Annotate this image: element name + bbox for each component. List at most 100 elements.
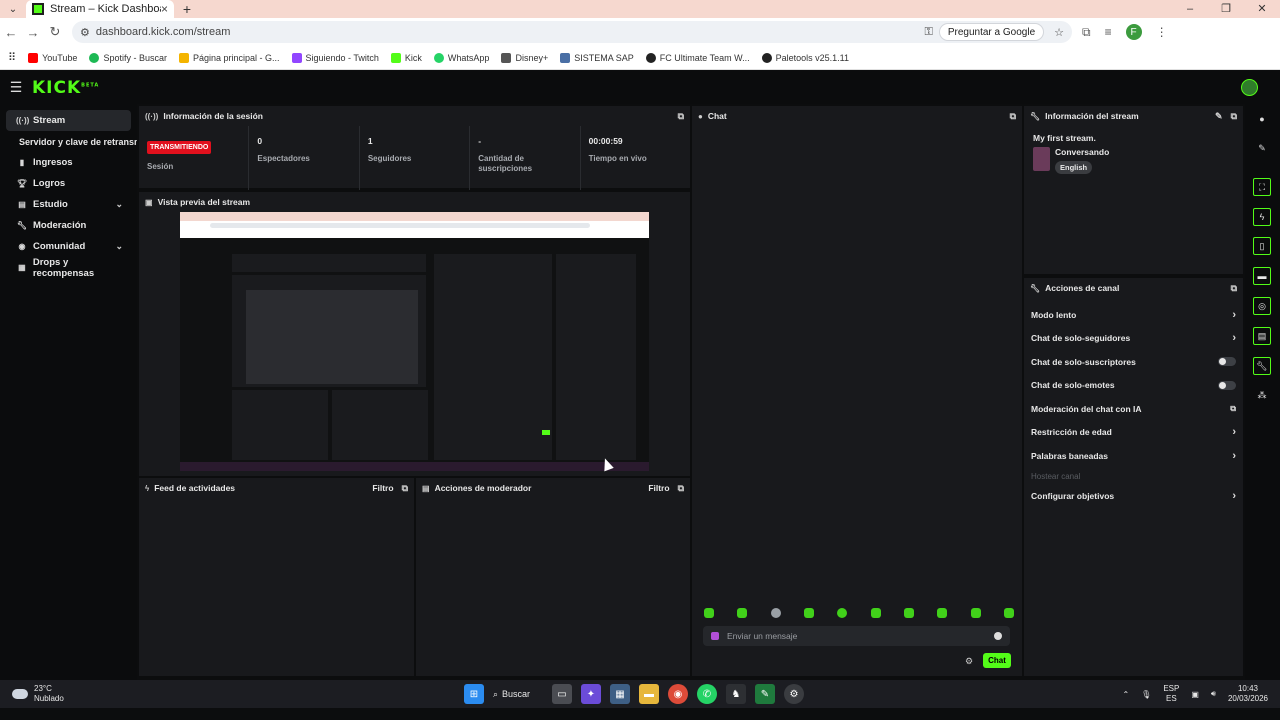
bookmark-kick[interactable]: Kick <box>390 52 422 63</box>
bookmark-spotify[interactable]: Spotify - Buscar <box>89 52 167 63</box>
tab-search-icon[interactable]: ⌄ <box>0 0 26 18</box>
popout-icon[interactable]: ⧉ <box>678 483 684 494</box>
sidebar-item-server-key[interactable]: Servidor y clave de retransmisión <box>0 131 137 152</box>
bookmark-youtube[interactable]: YouTube <box>28 52 77 63</box>
close-tab-icon[interactable]: × <box>161 2 168 16</box>
fullscreen-icon[interactable]: ⛶ <box>1253 178 1271 196</box>
wrench-icon[interactable]: 🔧︎ <box>1253 357 1271 375</box>
emote-button[interactable] <box>903 608 914 618</box>
popout-icon[interactable]: ⧉ <box>1231 283 1237 294</box>
action-configure-goals[interactable]: Configurar objetivos › <box>1024 485 1243 509</box>
apps-grid-icon[interactable]: ⠿ <box>8 51 16 64</box>
action-age-restriction[interactable]: Restricción de edad › <box>1024 421 1243 445</box>
menu-dots-icon[interactable]: ⋮ <box>1156 25 1168 39</box>
browser-tab[interactable]: Stream – Kick Dashboard × <box>26 0 174 18</box>
input-language[interactable]: ESP ES <box>1163 684 1179 704</box>
task-view-icon[interactable]: ▭ <box>552 684 572 704</box>
copilot-icon[interactable]: ✦ <box>581 684 601 704</box>
windows-start-icon[interactable]: ⊞ <box>464 684 484 704</box>
chat-icon[interactable]: ▬ <box>1253 267 1271 285</box>
chrome-icon[interactable]: ◉ <box>668 684 688 704</box>
edit-pencil-icon[interactable]: ✎ <box>1215 111 1223 122</box>
settings-icon[interactable]: ⚙ <box>784 684 804 704</box>
hamburger-menu-icon[interactable]: ☰ <box>0 79 32 96</box>
whatsapp-icon[interactable]: ✆ <box>697 684 717 704</box>
kick-logo[interactable]: KICKBETA <box>32 78 99 98</box>
bookmark-star-icon[interactable]: ☆ <box>1054 26 1064 39</box>
weather-widget[interactable]: 23°C Nublado <box>12 684 64 704</box>
forward-icon[interactable]: → <box>22 25 44 40</box>
bolt-icon[interactable]: ϟ <box>1253 208 1271 226</box>
microphone-icon[interactable]: 🎙︎ <box>1141 690 1151 699</box>
emoji-picker-icon[interactable] <box>994 632 1002 640</box>
bookmark-paletools[interactable]: Paletools v25.1.11 <box>761 52 849 63</box>
popout-icon[interactable]: ⧉ <box>678 111 684 122</box>
popout-icon[interactable]: ⧉ <box>1010 111 1016 122</box>
clipboard-icon[interactable]: ▤ <box>1253 327 1271 345</box>
mic-icon[interactable] <box>711 632 719 640</box>
action-banned-words[interactable]: Palabras baneadas › <box>1024 444 1243 468</box>
user-avatar[interactable] <box>1241 79 1258 96</box>
file-explorer-icon[interactable]: ▬ <box>639 684 659 704</box>
password-key-icon[interactable]: ⚿ <box>924 26 932 39</box>
info-icon[interactable]: ● <box>1253 110 1271 128</box>
bookmark-whatsapp[interactable]: WhatsApp <box>433 52 489 63</box>
popout-icon[interactable]: ⧉ <box>1231 111 1237 122</box>
network-icon[interactable]: ▣ <box>1191 690 1199 699</box>
sidebar-item-community[interactable]: ◉ Comunidad ⌄ <box>6 236 131 257</box>
edit-pencil-icon[interactable]: ✎ <box>1253 139 1271 157</box>
emote-button[interactable] <box>870 608 881 618</box>
modactions-filter-button[interactable]: Filtro <box>648 483 669 493</box>
site-info-icon[interactable]: ⚙ <box>80 26 90 39</box>
volume-icon[interactable]: 🔊︎ <box>1211 689 1216 699</box>
chevron-up-icon[interactable]: ⌃ <box>1122 690 1129 699</box>
maximize-icon[interactable]: ❐ <box>1208 0 1244 18</box>
chat-send-button[interactable]: Chat <box>983 653 1011 668</box>
sidebar-item-studio[interactable]: ▤ Estudio ⌄ <box>6 194 131 215</box>
clock[interactable]: 10:43 20/03/2026 <box>1228 684 1268 704</box>
sidebar-item-achievements[interactable]: 🏆︎ Logros <box>6 173 131 194</box>
taskbar-search[interactable]: ⌕ Buscar <box>493 689 543 700</box>
emote-button[interactable] <box>803 608 814 618</box>
emote-button[interactable] <box>1003 608 1014 618</box>
emote-button[interactable] <box>737 608 748 618</box>
chat-message-input[interactable]: Enviar un mensaje <box>703 626 1010 646</box>
emote-button[interactable] <box>704 608 714 618</box>
calculator-icon[interactable]: ▦ <box>610 684 630 704</box>
minimize-icon[interactable]: – <box>1172 0 1208 18</box>
bookmark-twitch[interactable]: Siguiendo - Twitch <box>291 52 379 63</box>
sidebar-item-stream[interactable]: ((·)) Stream <box>6 110 131 131</box>
emote-button[interactable] <box>770 608 781 618</box>
bookmark-google-drive[interactable]: Página principal - G... <box>178 52 280 63</box>
new-tab-button[interactable]: + <box>174 1 200 17</box>
action-slow-mode[interactable]: Modo lento › <box>1024 303 1243 327</box>
bookmark-fc-ultimate[interactable]: FC Ultimate Team W... <box>645 52 750 63</box>
close-window-icon[interactable]: ✕ <box>1244 0 1280 18</box>
media-icon[interactable]: ≡ <box>1105 25 1112 39</box>
chat-settings-gear-icon[interactable]: ⚙ <box>965 656 973 667</box>
bookmark-sap[interactable]: SISTEMA SAP <box>560 52 634 63</box>
subscribers-only-toggle[interactable] <box>1218 357 1236 367</box>
sidebar-item-moderation[interactable]: 🔧︎ Moderación <box>6 215 131 236</box>
bookmark-disney[interactable]: Disney+ <box>501 52 548 63</box>
ask-google-button[interactable]: Preguntar a Google <box>938 23 1045 41</box>
emote-button[interactable] <box>837 608 848 618</box>
popout-icon[interactable]: ⧉ <box>402 483 408 494</box>
action-ai-moderation[interactable]: Moderación del chat con IA ⧉ <box>1024 397 1243 421</box>
feed-filter-button[interactable]: Filtro <box>372 483 393 493</box>
emote-button[interactable] <box>970 608 981 618</box>
obs-app-icon[interactable]: ♞ <box>726 684 746 704</box>
sidebar-item-revenue[interactable]: ▮ Ingresos <box>6 152 131 173</box>
spreadsheet-icon[interactable]: ✎ <box>755 684 775 704</box>
extensions-icon[interactable]: ⧉ <box>1082 25 1091 40</box>
broadcast-icon[interactable]: ◎ <box>1253 297 1271 315</box>
stream-preview-video[interactable] <box>180 212 649 471</box>
add-widget-icon[interactable]: ⁂ <box>1253 386 1271 404</box>
sidebar-item-drops[interactable]: ▦ Drops y recompensas <box>6 257 131 279</box>
profile-avatar[interactable]: F <box>1125 24 1142 40</box>
reload-icon[interactable]: ↻ <box>44 24 66 40</box>
document-icon[interactable]: ▯ <box>1253 237 1271 255</box>
url-bar[interactable]: ⚙ dashboard.kick.com/stream ⚿ Preguntar … <box>72 21 1072 43</box>
back-icon[interactable]: ← <box>0 25 22 40</box>
emote-button[interactable] <box>937 608 948 618</box>
